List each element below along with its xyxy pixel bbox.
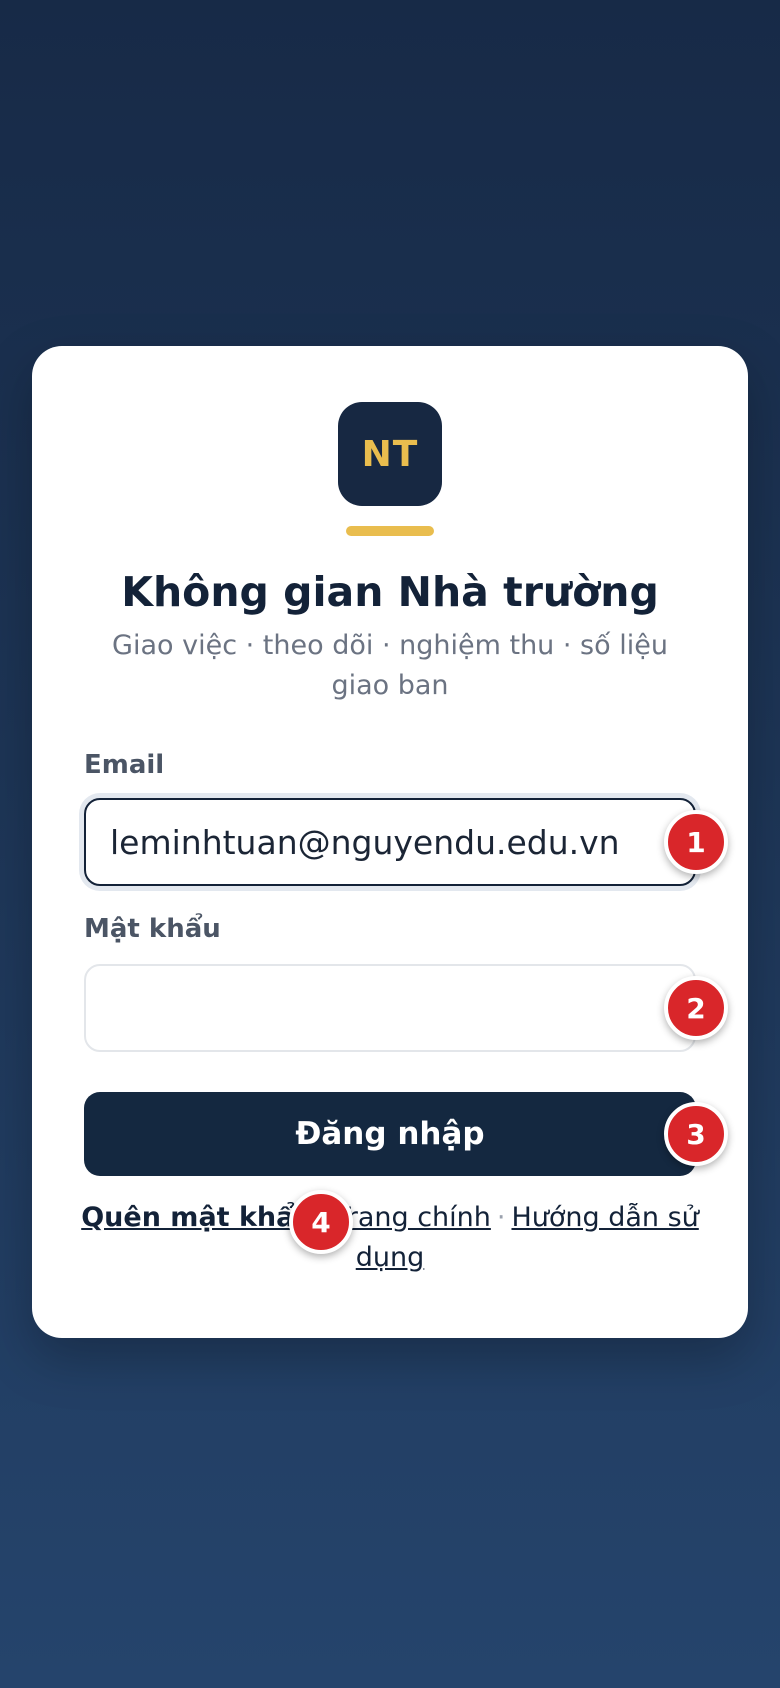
annotation-badge-3: 3 [664, 1102, 728, 1166]
page-title: Không gian Nhà trường [121, 568, 659, 616]
annotation-badge-4: 4 [289, 1190, 353, 1254]
annotation-badge-2: 2 [664, 976, 728, 1040]
annotation-badge-1: 1 [664, 810, 728, 874]
page-subtitle: Giao việc · theo dõi · nghiệm thu · số l… [112, 630, 668, 701]
password-field[interactable] [84, 964, 696, 1052]
login-button[interactable]: Đăng nhập [84, 1092, 696, 1176]
link-separator: · [496, 1202, 506, 1233]
footer-links: Quên mật khẩu·Trang chính·Hướng dẫn sử d… [72, 1198, 708, 1278]
app-logo: NT [338, 402, 442, 506]
login-card: NT Không gian Nhà trường Giao việc · the… [32, 346, 748, 1338]
email-field[interactable] [84, 798, 696, 886]
password-label: Mật khẩu [84, 914, 221, 944]
forgot-password-link[interactable]: Quên mật khẩu [81, 1202, 313, 1233]
logo-initials: NT [361, 433, 419, 475]
logo-underline [346, 526, 434, 536]
email-label: Email [84, 750, 165, 780]
home-link[interactable]: Trang chính [334, 1202, 491, 1233]
